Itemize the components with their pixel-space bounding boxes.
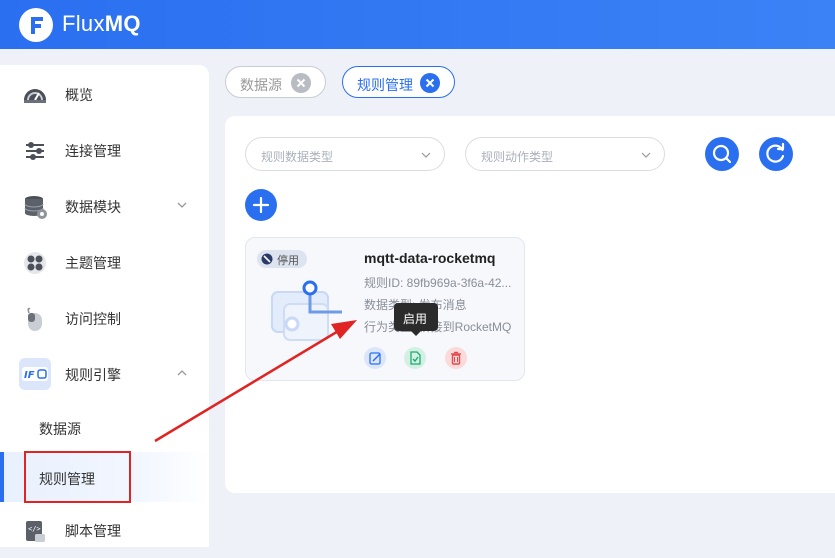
- database-icon: [24, 196, 47, 219]
- status-badge-label: 停用: [277, 255, 299, 267]
- sidebar-item-connections[interactable]: 连接管理: [0, 122, 209, 178]
- sidebar-item-label: 连接管理: [65, 143, 121, 159]
- sidebar-item-label: 主题管理: [65, 255, 121, 271]
- enable-rule-button[interactable]: [404, 347, 426, 369]
- rule-action-type-select[interactable]: 规则动作类型: [465, 137, 665, 171]
- tab-datasource[interactable]: 数据源: [225, 66, 326, 98]
- sidebar-item-access-control[interactable]: 访问控制: [0, 290, 209, 346]
- select-placeholder: 规则动作类型: [481, 150, 554, 164]
- enable-tooltip: 启用: [394, 303, 438, 336]
- chevron-down-icon: [641, 152, 651, 158]
- close-icon[interactable]: [291, 73, 311, 93]
- sidebar-item-overview[interactable]: 概览: [0, 66, 209, 122]
- mouse-icon: [27, 307, 42, 331]
- sidebar-item-scripts[interactable]: </> 脚本管理: [0, 502, 209, 558]
- enable-icon: [410, 351, 421, 365]
- disabled-icon: [261, 253, 273, 265]
- add-rule-button[interactable]: [245, 189, 277, 221]
- rule-flow-illustration-icon: [271, 280, 342, 341]
- sidebar-item-data-module[interactable]: 数据模块: [0, 178, 209, 234]
- connection-sliders-icon: [26, 142, 44, 160]
- select-placeholder: 规则数据类型: [261, 150, 334, 164]
- plus-icon: [252, 196, 270, 214]
- dashboard-gauge-icon: [24, 89, 46, 103]
- tab-rule-management[interactable]: 规则管理: [342, 66, 455, 98]
- chevron-down-icon: [421, 152, 431, 158]
- search-button[interactable]: [705, 137, 739, 171]
- chevron-up-icon: [177, 370, 187, 376]
- tab-label: 规则管理: [357, 77, 413, 93]
- sidebar-subitem-datasource[interactable]: 数据源: [0, 402, 209, 452]
- app-logo-text[interactable]: FluxMQ: [62, 11, 141, 37]
- sidebar-item-label: 脚本管理: [65, 523, 121, 539]
- rule-name: mqtt-data-rocketmq: [364, 250, 496, 266]
- app-header: FluxMQ: [0, 0, 835, 49]
- close-icon[interactable]: [420, 73, 440, 93]
- rule-data-type-select[interactable]: 规则数据类型: [245, 137, 445, 171]
- sidebar-item-rule-engine[interactable]: IF 规则引擎: [0, 346, 209, 402]
- sidebar-item-label: 访问控制: [65, 311, 121, 327]
- delete-rule-button[interactable]: [445, 347, 467, 369]
- sidebar-subitem-label: 数据源: [39, 421, 81, 437]
- svg-text:</>: </>: [28, 525, 41, 533]
- highlight-box: [24, 451, 131, 503]
- script-icon: </>: [26, 521, 45, 542]
- tooltip-label: 启用: [403, 312, 428, 326]
- sidebar-item-label: 数据模块: [65, 199, 121, 215]
- status-badge: 停用: [257, 250, 307, 268]
- sidebar-item-label: 概览: [65, 87, 93, 103]
- rule-engine-icon: IF: [19, 358, 51, 390]
- tab-label: 数据源: [240, 77, 282, 93]
- svg-text:IF: IF: [24, 370, 35, 381]
- trash-icon: [451, 351, 461, 365]
- sidebar-item-topics[interactable]: 主题管理: [0, 234, 209, 290]
- fluxmq-logo-icon: [19, 8, 53, 42]
- edit-icon: [369, 352, 381, 365]
- refresh-button[interactable]: [759, 137, 793, 171]
- edit-rule-button[interactable]: [364, 347, 386, 369]
- search-icon: [712, 144, 732, 164]
- chevron-down-icon: [177, 202, 187, 208]
- refresh-icon: [766, 142, 785, 163]
- sidebar-item-label: 规则引擎: [65, 367, 121, 383]
- topic-cluster-icon: [24, 252, 46, 274]
- rule-id: 规则ID: 89fb969a-3f6a-42...: [364, 276, 512, 290]
